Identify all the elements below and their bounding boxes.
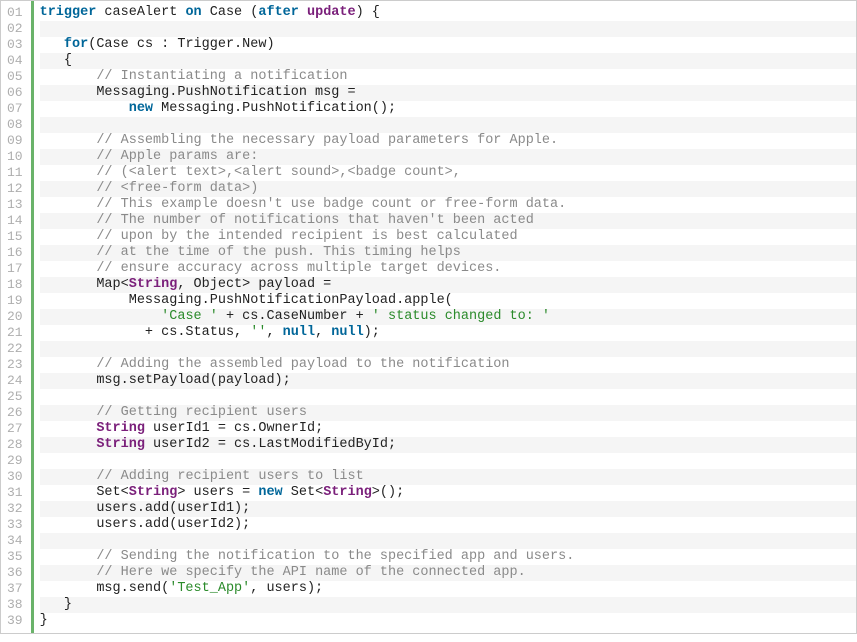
code-line: msg.send('Test_App', users);	[40, 581, 856, 597]
line-number: 17	[7, 261, 23, 277]
line-number: 37	[7, 581, 23, 597]
code-line: // Assembling the necessary payload para…	[40, 133, 856, 149]
code-line: Messaging.PushNotification msg =	[40, 85, 856, 101]
code-line: 'Case ' + cs.CaseNumber + ' status chang…	[40, 309, 856, 325]
line-number: 18	[7, 277, 23, 293]
line-number: 04	[7, 53, 23, 69]
line-number: 20	[7, 309, 23, 325]
code-content: trigger caseAlert on Case (after update)…	[34, 1, 856, 633]
code-line: }	[40, 597, 856, 613]
code-line: // upon by the intended recipient is bes…	[40, 229, 856, 245]
line-number: 19	[7, 293, 23, 309]
line-number: 01	[7, 5, 23, 21]
line-number: 12	[7, 181, 23, 197]
line-number: 03	[7, 37, 23, 53]
code-line: Map<String, Object> payload =	[40, 277, 856, 293]
code-line: // at the time of the push. This timing …	[40, 245, 856, 261]
code-line: new Messaging.PushNotification();	[40, 101, 856, 117]
code-line: // Instantiating a notification	[40, 69, 856, 85]
code-line	[40, 389, 856, 405]
code-line: // Adding the assembled payload to the n…	[40, 357, 856, 373]
line-number: 31	[7, 485, 23, 501]
code-line: msg.setPayload(payload);	[40, 373, 856, 389]
line-number: 29	[7, 453, 23, 469]
line-number: 26	[7, 405, 23, 421]
line-number: 22	[7, 341, 23, 357]
code-line	[40, 117, 856, 133]
code-line: // Apple params are:	[40, 149, 856, 165]
line-number: 25	[7, 389, 23, 405]
code-line: // Here we specify the API name of the c…	[40, 565, 856, 581]
line-number: 09	[7, 133, 23, 149]
line-number: 34	[7, 533, 23, 549]
code-line: // Getting recipient users	[40, 405, 856, 421]
line-number: 13	[7, 197, 23, 213]
line-number: 02	[7, 21, 23, 37]
code-line: // Adding recipient users to list	[40, 469, 856, 485]
line-number: 32	[7, 501, 23, 517]
code-line: // The number of notifications that have…	[40, 213, 856, 229]
line-number-gutter: 0102030405060708091011121314151617181920…	[1, 1, 31, 633]
code-line: trigger caseAlert on Case (after update)…	[40, 5, 856, 21]
code-line	[40, 21, 856, 37]
code-line: users.add(userId1);	[40, 501, 856, 517]
code-line: Messaging.PushNotificationPayload.apple(	[40, 293, 856, 309]
code-line: }	[40, 613, 856, 629]
line-number: 28	[7, 437, 23, 453]
code-line: users.add(userId2);	[40, 517, 856, 533]
line-number: 21	[7, 325, 23, 341]
code-line	[40, 341, 856, 357]
code-line: + cs.Status, '', null, null);	[40, 325, 856, 341]
line-number: 36	[7, 565, 23, 581]
code-line	[40, 453, 856, 469]
code-line: String userId2 = cs.LastModifiedById;	[40, 437, 856, 453]
line-number: 05	[7, 69, 23, 85]
code-block: 0102030405060708091011121314151617181920…	[0, 0, 857, 634]
line-number: 39	[7, 613, 23, 629]
line-number: 10	[7, 149, 23, 165]
line-number: 06	[7, 85, 23, 101]
code-line	[40, 533, 856, 549]
line-number: 30	[7, 469, 23, 485]
line-number: 35	[7, 549, 23, 565]
line-number: 33	[7, 517, 23, 533]
line-number: 14	[7, 213, 23, 229]
code-line: // This example doesn't use badge count …	[40, 197, 856, 213]
code-line: Set<String> users = new Set<String>();	[40, 485, 856, 501]
code-line: // (<alert text>,<alert sound>,<badge co…	[40, 165, 856, 181]
code-line: {	[40, 53, 856, 69]
line-number: 23	[7, 357, 23, 373]
line-number: 15	[7, 229, 23, 245]
code-line: String userId1 = cs.OwnerId;	[40, 421, 856, 437]
line-number: 08	[7, 117, 23, 133]
line-number: 38	[7, 597, 23, 613]
line-number: 16	[7, 245, 23, 261]
code-line: // ensure accuracy across multiple targe…	[40, 261, 856, 277]
code-line: // <free-form data>)	[40, 181, 856, 197]
code-line: for(Case cs : Trigger.New)	[40, 37, 856, 53]
line-number: 27	[7, 421, 23, 437]
code-line: // Sending the notification to the speci…	[40, 549, 856, 565]
line-number: 07	[7, 101, 23, 117]
line-number: 24	[7, 373, 23, 389]
line-number: 11	[7, 165, 23, 181]
